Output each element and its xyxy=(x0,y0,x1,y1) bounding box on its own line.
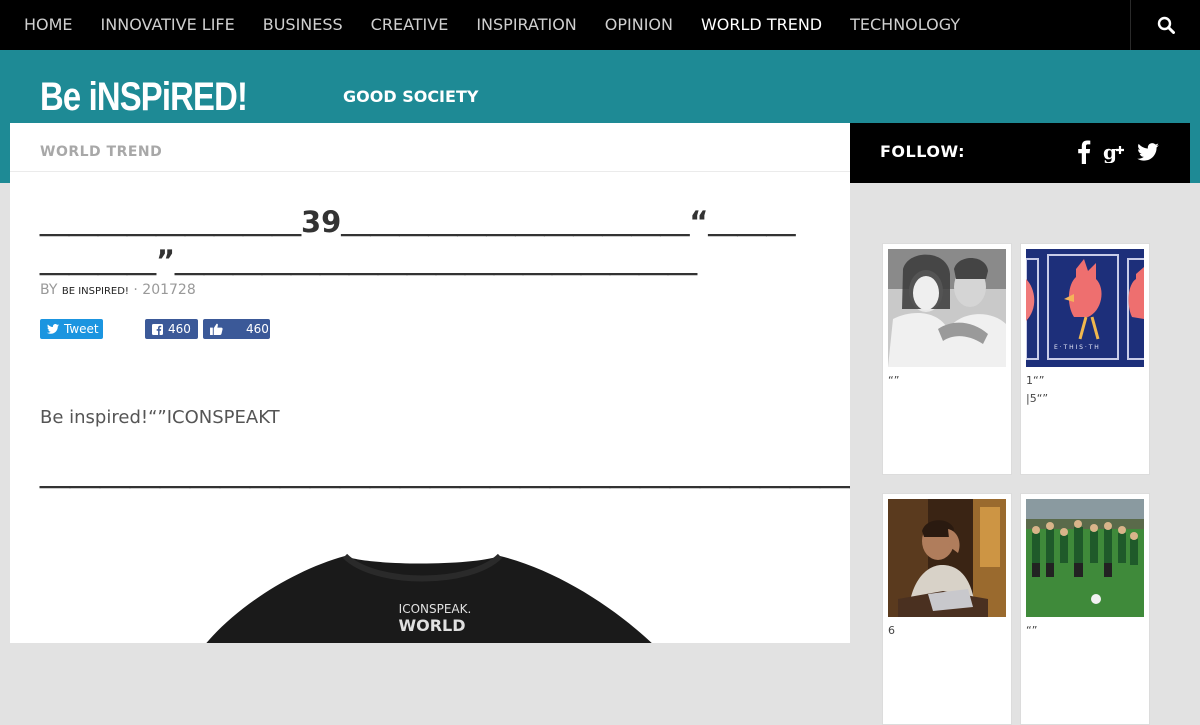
sidebar-card-4[interactable]: “” xyxy=(1020,493,1150,725)
search-icon xyxy=(1157,16,1175,34)
sidebar-card-1[interactable]: “” xyxy=(882,243,1012,475)
article-subheading: ＿＿＿＿＿＿＿＿＿＿＿＿＿＿＿＿＿＿＿＿＿＿＿＿＿＿＿＿＿＿ xyxy=(40,457,850,492)
category-label[interactable]: WORLD TREND xyxy=(40,144,162,160)
like-button[interactable]: 460 xyxy=(203,319,270,339)
follow-label: FOLLOW: xyxy=(880,142,966,161)
nav-item-world-trend[interactable]: WORLD TREND xyxy=(687,0,836,50)
site-logo[interactable]: Be iNSPiRED! xyxy=(40,75,248,119)
tweet-label: Tweet xyxy=(64,322,99,336)
sidebar-card-2[interactable]: E · T H I S · T H 1“” |5“” xyxy=(1020,243,1150,475)
twitter-icon xyxy=(1137,143,1159,161)
nav-item-opinion[interactable]: OPINION xyxy=(591,0,687,50)
top-nav-items: HOME INNOVATIVE LIFE BUSINESS CREATIVE I… xyxy=(10,0,974,50)
article-byline: BY BE INSPIRED! · 201728 xyxy=(40,282,196,298)
facebook-icon xyxy=(1078,140,1091,164)
like-count: 460 xyxy=(246,322,269,336)
article-lead: Be inspired!“”ICONSPEAKT xyxy=(40,407,280,428)
nav-item-business[interactable]: BUSINESS xyxy=(249,0,357,50)
twitter-icon xyxy=(47,324,59,334)
card-1-thumbnail[interactable] xyxy=(888,249,1006,367)
sidebar-card-3[interactable]: 6 xyxy=(882,493,1012,725)
card-2-thumbnail[interactable]: E · T H I S · T H xyxy=(1026,249,1144,367)
card-1-caption[interactable]: “” xyxy=(888,372,1006,390)
article-panel: WORLD TREND ＿＿＿＿＿＿＿＿＿39＿＿＿＿＿＿＿＿＿＿＿＿“＿＿＿＿… xyxy=(10,123,850,643)
byline-date: 201728 xyxy=(142,282,196,298)
category-bar: WORLD TREND xyxy=(10,123,850,172)
nav-item-technology[interactable]: TECHNOLOGY xyxy=(836,0,974,50)
facebook-follow-link[interactable] xyxy=(1071,139,1097,165)
nav-item-innovative-life[interactable]: INNOVATIVE LIFE xyxy=(87,0,249,50)
svg-text:g: g xyxy=(1103,141,1117,163)
nav-item-creative[interactable]: CREATIVE xyxy=(357,0,463,50)
nav-item-inspiration[interactable]: INSPIRATION xyxy=(462,0,590,50)
tshirt-image: ICONSPEAK. WORLD xyxy=(206,553,652,643)
nav-item-home[interactable]: HOME xyxy=(10,0,87,50)
top-navigation: HOME INNOVATIVE LIFE BUSINESS CREATIVE I… xyxy=(0,0,1200,50)
card-2-caption[interactable]: 1“” |5“” xyxy=(1026,372,1144,408)
follow-bar: FOLLOW: g xyxy=(850,123,1190,183)
card-4-thumbnail[interactable] xyxy=(1026,499,1144,617)
byline-author[interactable]: BE INSPIRED! xyxy=(62,286,129,297)
card-3-thumbnail[interactable] xyxy=(888,499,1006,617)
tweet-button[interactable]: Tweet xyxy=(40,319,103,339)
google-plus-icon: g xyxy=(1103,141,1124,163)
thumbs-up-icon xyxy=(210,323,223,335)
subnav-good-society[interactable]: GOOD SOCIETY xyxy=(343,86,478,108)
shirt-line-1: ICONSPEAK. xyxy=(399,602,472,616)
facebook-share-button[interactable]: 460 xyxy=(145,319,198,339)
card-3-caption[interactable]: 6 xyxy=(888,622,1006,640)
byline-separator: · xyxy=(133,282,138,298)
article-title: ＿＿＿＿＿＿＿＿＿39＿＿＿＿＿＿＿＿＿＿＿＿“＿＿＿＿＿＿＿”＿＿＿＿＿＿＿＿… xyxy=(40,205,796,278)
shirt-line-2: WORLD xyxy=(398,616,465,635)
google-plus-follow-link[interactable]: g xyxy=(1102,139,1128,165)
search-button[interactable] xyxy=(1130,0,1200,50)
twitter-follow-link[interactable] xyxy=(1135,139,1161,165)
facebook-icon xyxy=(152,323,163,335)
facebook-share-count: 460 xyxy=(168,322,191,336)
svg-text:E · T H I S · T H: E · T H I S · T H xyxy=(1054,344,1099,351)
byline-by: BY xyxy=(40,282,58,298)
card-4-caption[interactable]: “” xyxy=(1026,622,1144,640)
